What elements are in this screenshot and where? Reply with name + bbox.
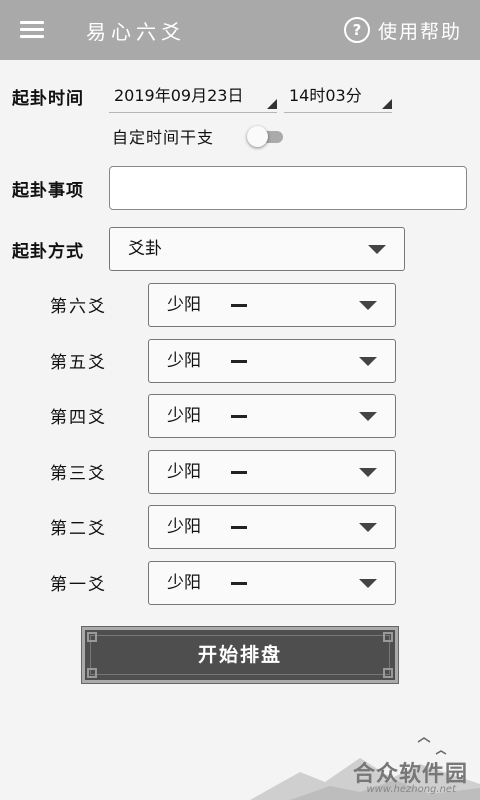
yao-value: 少阳 [167,351,201,371]
yao-label-1: 第一爻 [50,575,107,595]
app-title: 易心六爻 [86,20,186,44]
yao-value: 少阳 [167,295,201,315]
chevron-down-icon [359,579,377,588]
time-picker[interactable]: 14时03分 [284,80,392,113]
yao-value: 少阳 [167,573,201,593]
yang-line-icon [231,360,247,363]
toggle-thumb [247,126,268,147]
yao-select-5[interactable]: 少阳 [148,339,396,383]
custom-ganzhi-toggle[interactable] [247,126,283,147]
method-value: 爻卦 [128,239,162,259]
time-value: 14时03分 [289,86,362,105]
yang-line-icon [231,526,247,529]
yao-label-3: 第三爻 [50,464,107,484]
yang-line-icon [231,304,247,307]
dropdown-corner-icon [382,99,392,109]
chevron-down-icon [359,301,377,310]
method-label: 起卦方式 [12,242,84,262]
matter-label: 起卦事项 [12,181,84,201]
date-picker[interactable]: 2019年09月23日 [109,80,277,113]
help-label: 使用帮助 [377,20,462,43]
start-button-label: 开始排盘 [197,644,282,666]
chevron-down-icon [359,357,377,366]
yao-select-4[interactable]: 少阳 [148,394,396,438]
yang-line-icon [231,471,247,474]
chevron-down-icon [359,412,377,421]
yao-value: 少阳 [167,406,201,426]
chevron-down-icon [359,523,377,532]
matter-input[interactable] [109,166,467,210]
yang-line-icon [231,415,247,418]
date-value: 2019年09月23日 [114,86,244,105]
menu-icon[interactable] [20,21,44,39]
yao-label-2: 第二爻 [50,519,107,539]
method-select[interactable]: 爻卦 [109,227,405,271]
chevron-down-icon [368,245,386,254]
watermark-url: www.hezhong.net [366,784,456,795]
yao-value: 少阳 [167,517,201,537]
custom-ganzhi-label: 自定时间干支 [112,128,215,147]
start-divination-button[interactable]: 开始排盘 [81,626,399,684]
yao-select-1[interactable]: 少阳 [148,561,396,605]
app-bar: 易心六爻 ? 使用帮助 [0,0,480,60]
yao-label-6: 第六爻 [50,297,107,317]
dropdown-corner-icon [267,99,277,109]
yao-select-2[interactable]: 少阳 [148,505,396,549]
yao-label-4: 第四爻 [50,408,107,428]
yao-label-5: 第五爻 [50,353,107,373]
help-icon: ? [343,17,370,43]
yao-select-6[interactable]: 少阳 [148,283,396,327]
yao-value: 少阳 [167,462,201,482]
time-label: 起卦时间 [12,89,84,109]
chevron-down-icon [359,468,377,477]
yao-select-3[interactable]: 少阳 [148,450,396,494]
yang-line-icon [231,582,247,585]
help-button[interactable]: ? 使用帮助 [343,16,462,44]
